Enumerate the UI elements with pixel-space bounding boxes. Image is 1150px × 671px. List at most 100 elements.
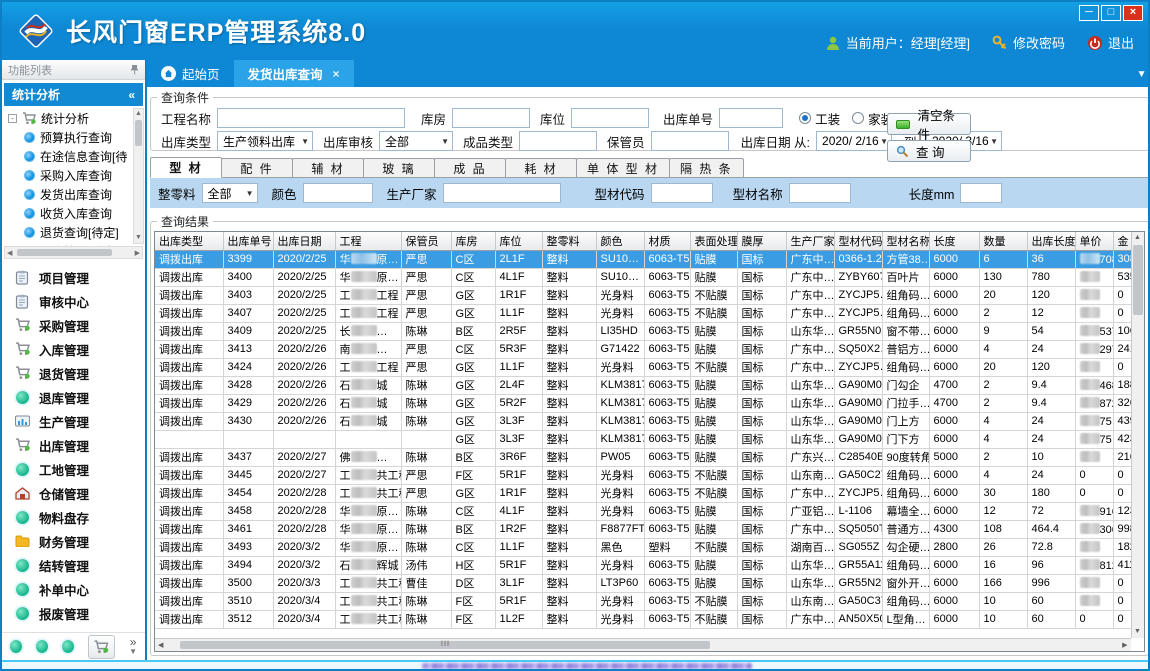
cell[interactable]: 光身料 <box>596 592 644 610</box>
cell[interactable]: G区 <box>451 286 495 304</box>
cell[interactable]: 整料 <box>542 268 596 286</box>
cell[interactable]: 严思 <box>401 250 451 268</box>
cell[interactable]: 75 <box>1075 430 1113 448</box>
manufacturer-input[interactable] <box>443 183 561 203</box>
cell[interactable]: 24 <box>1027 466 1075 484</box>
cell[interactable]: 5R1F <box>495 556 542 574</box>
cell[interactable]: 2 <box>979 394 1027 412</box>
sidebar-item-项目管理[interactable]: 项目管理 <box>2 265 145 289</box>
cell[interactable]: 光身料 <box>596 466 644 484</box>
cell[interactable]: 国标 <box>737 484 786 502</box>
cell[interactable] <box>1075 358 1113 376</box>
cell[interactable]: 2020/2/27 <box>273 466 335 484</box>
sidebar-item-退货管理[interactable]: 退货管理 <box>2 361 145 385</box>
scroll-thumb[interactable] <box>17 249 112 256</box>
cell[interactable]: 12 <box>979 502 1027 520</box>
cell[interactable]: H区 <box>451 556 495 574</box>
logout-button[interactable]: 退出 <box>1087 33 1134 52</box>
cell[interactable]: G区 <box>451 304 495 322</box>
cell[interactable]: 调拨出库 <box>155 340 223 358</box>
cell[interactable]: 国标 <box>737 376 786 394</box>
cell[interactable]: 广东中… <box>786 268 834 286</box>
tab-overflow-icon[interactable]: ▼ <box>1137 69 1147 80</box>
cell[interactable]: 996 <box>1027 574 1075 592</box>
cell[interactable]: 国标 <box>737 430 786 448</box>
cell[interactable]: 贴膜 <box>690 574 737 592</box>
cell[interactable]: 2020/2/26 <box>273 340 335 358</box>
cell[interactable]: 3458 <box>223 502 273 520</box>
column-header[interactable]: 型材名称 <box>882 232 929 250</box>
cell[interactable]: G区 <box>451 412 495 430</box>
cell[interactable]: 贴膜 <box>690 556 737 574</box>
cell[interactable]: KLM3817 <box>596 430 644 448</box>
sidebar-item-工地管理[interactable]: 工地管理 <box>2 457 145 481</box>
cell[interactable]: 3512 <box>223 610 273 628</box>
cell[interactable]: 国标 <box>737 250 786 268</box>
scroll-down-icon[interactable]: ▼ <box>1132 626 1144 638</box>
table-row[interactable]: 调拨出库34132020/2/26南…严思C区5R3F整料G714226063-… <box>155 340 1143 358</box>
cell[interactable]: 3L3F <box>495 430 542 448</box>
cell[interactable]: GR55A11 <box>834 556 882 574</box>
column-header[interactable]: 库位 <box>495 232 542 250</box>
cell[interactable]: 调拨出库 <box>155 592 223 610</box>
cell[interactable]: L-1106 <box>834 502 882 520</box>
table-row[interactable]: 调拨出库34072020/2/25工工程严思G区1L1F整料光身料6063-T5… <box>155 304 1143 322</box>
sidebar-item-物料盘存[interactable]: 物料盘存 <box>2 505 145 529</box>
cell[interactable] <box>273 430 335 448</box>
cell[interactable]: 1L1F <box>495 304 542 322</box>
cell[interactable]: 90度转角 <box>882 448 929 466</box>
cell[interactable]: 3500 <box>223 574 273 592</box>
cell[interactable] <box>1075 574 1113 592</box>
cell[interactable]: 调拨出库 <box>155 556 223 574</box>
cell[interactable]: 0 <box>1075 484 1113 502</box>
change-password-button[interactable]: 修改密码 <box>992 33 1065 52</box>
cell[interactable]: 3407 <box>223 304 273 322</box>
cell[interactable]: 2020/2/26 <box>273 394 335 412</box>
cell[interactable]: C区 <box>451 250 495 268</box>
cell[interactable]: 60 <box>1027 592 1075 610</box>
cell[interactable]: 国标 <box>737 394 786 412</box>
cell[interactable]: 3429 <box>223 394 273 412</box>
cell[interactable]: F8877FT <box>596 520 644 538</box>
cell[interactable]: 整料 <box>542 520 596 538</box>
cell[interactable]: 国标 <box>737 574 786 592</box>
cell[interactable]: 调拨出库 <box>155 520 223 538</box>
cell[interactable]: 贴膜 <box>690 322 737 340</box>
column-header[interactable]: 材质 <box>644 232 690 250</box>
cell[interactable]: 3R6F <box>495 448 542 466</box>
cell[interactable]: 6000 <box>929 304 979 322</box>
cell[interactable]: 贴膜 <box>690 448 737 466</box>
cell[interactable]: 3409 <box>223 322 273 340</box>
cell[interactable]: 国标 <box>737 268 786 286</box>
cell[interactable]: GR55N02 <box>834 322 882 340</box>
cell[interactable]: 陈琳 <box>401 502 451 520</box>
cell[interactable]: 整料 <box>542 448 596 466</box>
cell[interactable]: 468 <box>1075 376 1113 394</box>
cell[interactable]: 6 <box>979 250 1027 268</box>
cell[interactable]: 严思 <box>401 358 451 376</box>
cell[interactable]: 严思 <box>401 268 451 286</box>
cell[interactable] <box>1075 286 1113 304</box>
material-tab-8[interactable]: 隔 热 条 <box>669 158 744 177</box>
cell[interactable]: 6063-T5 <box>644 448 690 466</box>
cell[interactable]: 20 <box>979 286 1027 304</box>
cell[interactable]: 120 <box>1027 286 1075 304</box>
cell[interactable]: 陈琳 <box>401 538 451 556</box>
table-row[interactable]: G区3L3F整料KLM38176063-T5贴膜国标山东华…GA90M09.门下… <box>155 430 1143 448</box>
tree-item[interactable]: 退货查询[待定] <box>8 223 131 242</box>
cell[interactable]: 2L1F <box>495 250 542 268</box>
cell[interactable] <box>1075 304 1113 322</box>
product-type-input[interactable] <box>519 131 597 151</box>
cell[interactable]: 6000 <box>929 466 979 484</box>
cell[interactable]: 贴膜 <box>690 376 737 394</box>
cell[interactable]: 山东华… <box>786 376 834 394</box>
cell[interactable]: 6063-T5 <box>644 502 690 520</box>
cell[interactable]: D区 <box>451 574 495 592</box>
column-header[interactable]: 膜厚 <box>737 232 786 250</box>
cell[interactable]: 工工程 <box>335 304 401 322</box>
cell[interactable]: 光身料 <box>596 286 644 304</box>
cell[interactable]: 组角码… <box>882 592 929 610</box>
cell[interactable]: 5R1F <box>495 592 542 610</box>
project-name-input[interactable] <box>217 108 405 128</box>
cell[interactable]: 4 <box>979 340 1027 358</box>
